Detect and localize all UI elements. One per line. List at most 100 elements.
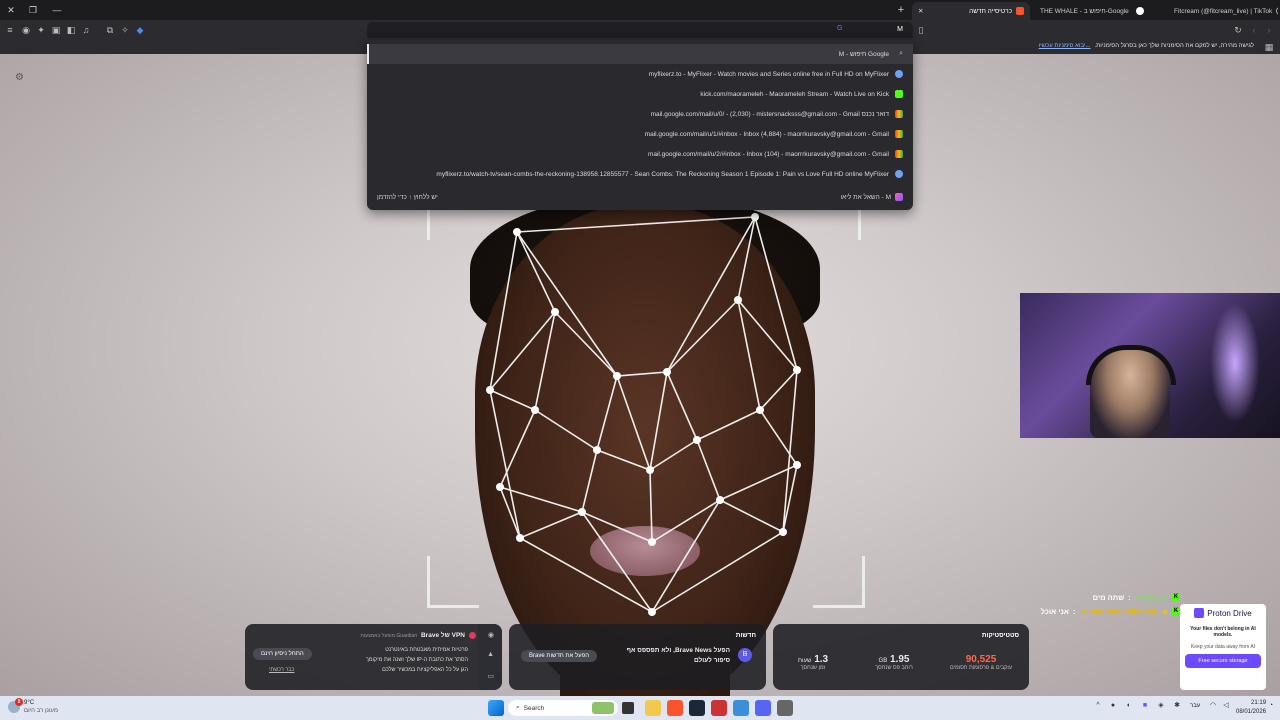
suggestion-item[interactable]: mail.google.com/mail/u/0/ - (2,030) - mi… bbox=[367, 104, 913, 124]
tray-chevron-icon[interactable]: ^ bbox=[1093, 701, 1103, 711]
file-explorer-icon[interactable] bbox=[645, 700, 661, 716]
kick-icon: K bbox=[1172, 593, 1180, 601]
warning-icon[interactable]: ▲ bbox=[487, 651, 494, 658]
steam-icon[interactable] bbox=[689, 700, 705, 716]
discord-icon[interactable] bbox=[755, 700, 771, 716]
bandwidth-label: רוחב פס שנחסך bbox=[875, 665, 913, 671]
extensions-icon[interactable]: ✦ bbox=[35, 24, 47, 36]
globe-icon bbox=[895, 170, 903, 178]
task-view-icon[interactable] bbox=[622, 702, 634, 714]
wallet-icon[interactable]: ▣ bbox=[50, 24, 62, 36]
vpn-feature: הסתר את כתובת ה-IP שלך ושנה את מיקומך bbox=[365, 657, 468, 663]
settings-icon[interactable] bbox=[777, 700, 793, 716]
already-purchased-link[interactable]: כבר רכשתי bbox=[269, 667, 294, 673]
wifi-icon[interactable]: ◠ bbox=[1208, 701, 1218, 711]
trackers-stat: 90,525 עוקבים & פרסומות חסומים bbox=[941, 654, 1021, 671]
chat-username: Triumphomersimpson bbox=[1079, 606, 1159, 616]
volume-icon[interactable]: ◁ bbox=[1221, 701, 1231, 711]
suggestion-item[interactable]: myflixerz.to - MyFlixer - Watch movies a… bbox=[367, 64, 913, 84]
ask-leo-item[interactable]: M - השאל את ליאו bbox=[840, 193, 903, 201]
sidebar-icon[interactable]: ◧ bbox=[65, 24, 77, 36]
suggestion-item[interactable]: mail.google.com/mail/u/1/#inbox - Inbox … bbox=[367, 124, 913, 144]
suggestion-item[interactable]: ⌕ M - חיפוש Google bbox=[367, 44, 913, 64]
tab-google-search[interactable]: THE WHALE - חיפוש ב-Google bbox=[1034, 2, 1150, 20]
omnibox-hint: יש ללחוץ ↑ כדי להזדמן bbox=[377, 193, 438, 201]
tab-tiktok[interactable]: Fitcream (@fitcream_live) | TikTok bbox=[1168, 2, 1278, 20]
leo-icon bbox=[895, 193, 903, 201]
weather-temp: 9°C bbox=[24, 700, 35, 706]
start-free-trial-button[interactable]: התחל ניסיון חינם bbox=[253, 648, 312, 660]
stream-chat: K Dstroy_D : שתה מים K ◆ Triumphomersimp… bbox=[1041, 590, 1180, 618]
new-tab-icon[interactable]: + bbox=[894, 3, 908, 17]
tray-app-icon[interactable]: ● bbox=[1108, 701, 1118, 711]
media-icon[interactable]: ♫ bbox=[80, 24, 92, 36]
tab-strip: ✕ ❐ — + כרטיסייה חדשה ✕ THE WHALE - חיפו… bbox=[0, 0, 1280, 20]
proton-brand-name: Proton Drive bbox=[1207, 608, 1252, 618]
clock-time: 21:19 bbox=[1251, 700, 1267, 706]
clock[interactable]: 21:19 08/01/2026 bbox=[1236, 699, 1266, 717]
start-menu-icon[interactable] bbox=[488, 700, 504, 716]
card-icon[interactable]: ▭ bbox=[487, 672, 494, 680]
app-icon[interactable] bbox=[733, 700, 749, 716]
settings-gear-icon[interactable]: ⚙ bbox=[15, 72, 24, 83]
import-bookmarks-link[interactable]: ...יבוא סימניות עכשיו bbox=[1039, 43, 1091, 49]
proton-brand: Proton Drive bbox=[1180, 608, 1266, 618]
notification-badge: 8 bbox=[15, 698, 23, 706]
windows-taskbar: 8 9°C מעונן רב היום ⌕ Search ^ ● ◐ ■ ◈ ✱… bbox=[0, 696, 1280, 720]
chat-message: K ◆ Triumphomersimpson : אני אוכל bbox=[1040, 606, 1180, 616]
tray-proton-icon[interactable]: ■ bbox=[1140, 701, 1150, 711]
tray-bluetooth-icon[interactable]: ✱ bbox=[1172, 701, 1182, 711]
time-unit: שעות bbox=[797, 658, 812, 664]
news-body: הפעל Brave News, ולא תפספס אף סיפור לעול… bbox=[626, 647, 730, 664]
enable-news-button[interactable]: הפעל את חדשות Brave bbox=[521, 650, 598, 662]
stats-title: סטטיסטיקות bbox=[981, 632, 1019, 639]
tray-network-icon[interactable]: ◈ bbox=[1156, 701, 1166, 711]
notifications-icon[interactable]: ◔ bbox=[1266, 701, 1276, 711]
leo-icon[interactable]: ✧ bbox=[119, 24, 131, 36]
restore-window-icon[interactable]: ❐ bbox=[26, 3, 40, 17]
vpn-title: VPN של Brave bbox=[420, 632, 465, 639]
shields-icon[interactable]: ◆ bbox=[134, 24, 146, 36]
google-engine-icon: G bbox=[837, 25, 843, 32]
forward-icon[interactable]: ‹ bbox=[1248, 24, 1260, 36]
back-icon[interactable]: › bbox=[1263, 24, 1275, 36]
vpn-side-icon[interactable]: ◉ bbox=[488, 631, 494, 639]
cam-purple-light bbox=[1210, 303, 1260, 423]
globe-icon bbox=[895, 70, 903, 78]
menu-icon[interactable]: ≡ bbox=[4, 24, 16, 36]
bandwidth-unit: GB bbox=[878, 658, 888, 664]
address-bar[interactable]: M G bbox=[367, 22, 913, 38]
news-widget: חדשות B הפעל Brave News, ולא תפספס אף סי… bbox=[509, 624, 766, 690]
reload-icon[interactable]: ↻ bbox=[1232, 24, 1244, 36]
kick-icon bbox=[895, 90, 903, 98]
brave-taskbar-icon[interactable] bbox=[667, 700, 683, 716]
weather-icon: 8 bbox=[8, 698, 23, 713]
suggestion-item[interactable]: myflixerz.to/watch-tv/sean-combs-the-rec… bbox=[367, 164, 913, 184]
suggestion-item[interactable]: kick.com/maorameleh - Maorameleh Stream … bbox=[367, 84, 913, 104]
suggestion-item[interactable]: mail.google.com/mail/u/2/#inbox - Inbox … bbox=[367, 144, 913, 164]
close-tab-icon[interactable]: ✕ bbox=[918, 7, 923, 15]
location-icon[interactable]: ◉ bbox=[20, 24, 32, 36]
close-window-icon[interactable]: ✕ bbox=[4, 3, 18, 17]
vpn-feature: הגן על כל האפליקציות במכשיר שלכם bbox=[382, 667, 468, 673]
chat-text: שתה מים bbox=[1092, 592, 1125, 602]
minimize-window-icon[interactable]: — bbox=[50, 3, 64, 17]
proton-drive-ad: Proton Drive Your files don't belong in … bbox=[1180, 604, 1266, 690]
chat-message: K Dstroy_D : שתה מים bbox=[1092, 592, 1180, 602]
suggestion-text: myflixerz.to/watch-tv/sean-combs-the-rec… bbox=[436, 170, 889, 178]
screenshot-icon[interactable]: ⧉ bbox=[104, 24, 116, 36]
clock-date: 08/01/2026 bbox=[1236, 709, 1267, 715]
bookmarks-notice: לגישה מהירה, יש למקם את הסימניות שלך כאן… bbox=[1094, 43, 1254, 49]
google-icon bbox=[1136, 7, 1144, 15]
proton-cta-button[interactable]: Free secure storage bbox=[1185, 654, 1261, 668]
tray-vpn-icon[interactable]: ◐ bbox=[1124, 701, 1134, 711]
bookmark-icon[interactable]: ▯ bbox=[915, 24, 927, 36]
suggestion-text: mail.google.com/mail/u/1/#inbox - Inbox … bbox=[644, 130, 889, 138]
weather-widget[interactable]: 8 9°C מעונן רב היום bbox=[8, 698, 58, 715]
tab-new-tab[interactable]: כרטיסייה חדשה ✕ bbox=[912, 2, 1030, 20]
language-indicator[interactable]: עבר bbox=[1190, 703, 1200, 709]
obs-icon[interactable] bbox=[711, 700, 727, 716]
taskbar-search[interactable]: ⌕ Search bbox=[508, 700, 618, 716]
apps-grid-icon[interactable]: ▦ bbox=[1263, 41, 1275, 53]
webcam-overlay bbox=[1020, 293, 1280, 438]
